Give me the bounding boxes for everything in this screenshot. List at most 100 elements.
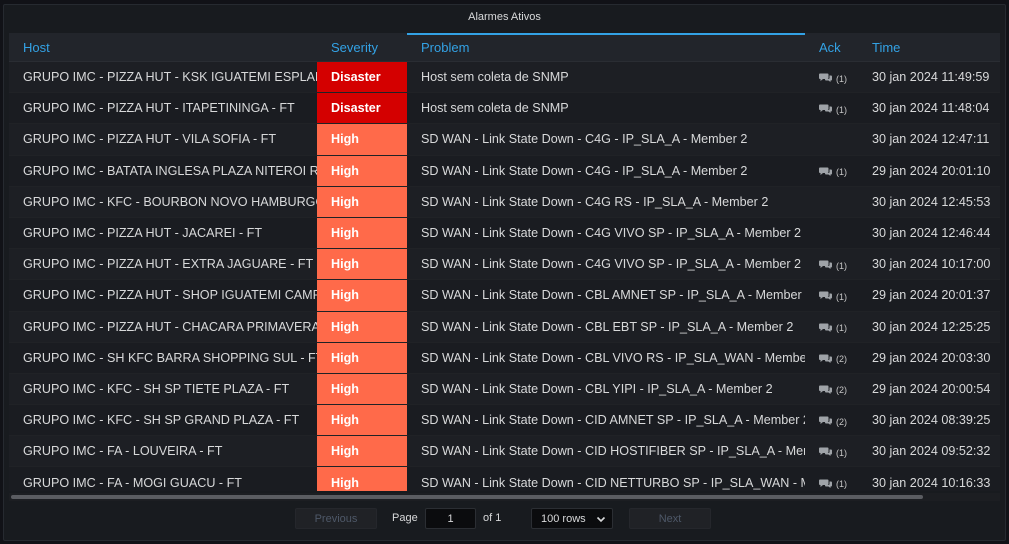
ack-count: (1) — [836, 323, 847, 334]
previous-button[interactable]: Previous — [295, 508, 377, 529]
table-row[interactable]: GRUPO IMC - FA - MOGI GUACU - FT High SD W… — [9, 467, 1000, 491]
problem-cell[interactable]: Host sem coleta de SNMP — [407, 93, 805, 123]
time-cell: 29 jan 2024 20:03:30 — [872, 350, 991, 365]
table-row[interactable]: GRUPO IMC - FA - LOUVEIRA - FT High SD WAN… — [9, 436, 1000, 468]
rows-per-page-value: 100 rows — [541, 512, 586, 525]
problem-cell[interactable]: SD WAN - Link State Down - CBL YIPI - IP… — [407, 374, 805, 404]
time-cell: 30 jan 2024 12:46:44 — [872, 226, 991, 241]
ack-cell[interactable]: (1) — [805, 436, 858, 466]
scrollbar-thumb[interactable] — [11, 495, 923, 499]
ack-cell[interactable]: (2) — [805, 374, 858, 404]
column-header-host[interactable]: Host — [9, 33, 317, 62]
ack-cell[interactable]: (1) — [805, 467, 858, 491]
alarms-table: Host Severity Problem Ack Time GRUPO IMC… — [9, 33, 1000, 491]
column-header-time[interactable]: Time — [858, 33, 1000, 62]
ack-cell[interactable]: (2) — [805, 343, 858, 373]
host-cell: GRUPO IMC - FA - MOGI GUACU - FT — [23, 475, 242, 490]
table-row[interactable]: GRUPO IMC - PIZZA HUT - JACAREI - FT High… — [9, 217, 1000, 250]
ack-cell[interactable]: (2) — [805, 405, 858, 435]
problem-cell[interactable]: SD WAN - Link State Down - CID NETTURBO … — [407, 467, 805, 491]
ack-cell[interactable]: (1) — [805, 312, 858, 342]
page-input[interactable]: 1 — [425, 508, 476, 529]
column-header-ack[interactable]: Ack — [805, 33, 858, 62]
ack-cell[interactable]: (1) — [805, 62, 858, 92]
comments-icon — [819, 353, 833, 363]
problem-cell[interactable]: SD WAN - Link State Down - C4G VIVO SP -… — [407, 218, 805, 248]
comments-icon — [819, 446, 833, 457]
problem-cell[interactable]: SD WAN - Link State Down - CBL AMNET SP … — [407, 280, 805, 310]
severity-cell: High — [317, 467, 407, 491]
pagination: Previous Page 1 of 1 100 rows Next — [0, 508, 1009, 530]
panel-title: Alarmes Ativos — [468, 11, 541, 23]
ack-count: (1) — [836, 73, 847, 84]
comments-icon — [819, 290, 833, 301]
table-row[interactable]: GRUPO IMC - PIZZA HUT - CHACARA PRIMAVER… — [9, 311, 1000, 343]
problem-cell[interactable]: SD WAN - Link State Down - CBL EBT SP - … — [407, 312, 805, 342]
time-cell: 30 jan 2024 08:39:25 — [872, 413, 991, 428]
problem-cell[interactable]: SD WAN - Link State Down - CID HOSTIFIBE… — [407, 436, 805, 466]
host-cell: GRUPO IMC - PIZZA HUT - ITAPETININGA - F… — [23, 101, 295, 116]
table-row[interactable]: GRUPO IMC - PIZZA HUT - SHOP IGUATEMI CA… — [9, 280, 1000, 312]
host-cell: GRUPO IMC - SH KFC BARRA SHOPPING SUL - … — [23, 350, 317, 365]
table-row[interactable]: GRUPO IMC - PIZZA HUT - EXTRA JAGUARE - … — [9, 249, 1000, 281]
problem-cell[interactable]: SD WAN - Link State Down - C4G - IP_SLA_… — [407, 156, 805, 186]
ack-count: (1) — [836, 479, 847, 490]
problem-cell[interactable]: SD WAN - Link State Down - C4G VIVO SP -… — [407, 249, 805, 279]
ack-count: (1) — [836, 167, 847, 178]
problem-cell[interactable]: SD WAN - Link State Down - C4G RS - IP_S… — [407, 187, 805, 217]
problem-cell[interactable]: SD WAN - Link State Down - CBL VIVO RS -… — [407, 343, 805, 373]
ack-count: (2) — [836, 416, 847, 427]
severity-cell: High — [317, 311, 407, 342]
table-row[interactable]: GRUPO IMC - KFC - BOURBON NOVO HAMBURGO … — [9, 186, 1000, 218]
ack-cell — [805, 187, 858, 217]
time-cell: 29 jan 2024 20:00:54 — [872, 381, 991, 396]
column-header-problem[interactable]: Problem — [407, 33, 805, 62]
host-cell: GRUPO IMC - KFC - SH SP GRAND PLAZA - FT — [23, 413, 300, 428]
ack-count: (2) — [836, 354, 847, 365]
time-cell: 29 jan 2024 20:01:10 — [872, 163, 991, 178]
page-label: Page — [392, 512, 418, 524]
problem-cell[interactable]: SD WAN - Link State Down - C4G - IP_SLA_… — [407, 124, 805, 154]
table-row[interactable]: GRUPO IMC - PIZZA HUT - VILA SOFIA - FT H… — [9, 124, 1000, 156]
severity-cell: High — [317, 436, 407, 467]
ack-count: (1) — [836, 447, 847, 458]
ack-cell[interactable]: (1) — [805, 280, 858, 310]
ack-cell — [805, 218, 858, 248]
ack-cell[interactable]: (1) — [805, 93, 858, 123]
comments-icon — [819, 415, 833, 426]
table-row[interactable]: GRUPO IMC - PIZZA HUT - KSK IGUATEMI ESP… — [9, 62, 1000, 94]
ack-cell[interactable]: (1) — [805, 156, 858, 186]
host-cell: GRUPO IMC - BATATA INGLESA PLAZA NITEROI… — [23, 163, 317, 178]
comments-icon — [819, 322, 833, 332]
table-row[interactable]: GRUPO IMC - KFC - SH SP TIETE PLAZA - FT… — [9, 373, 1000, 406]
severity-cell: High — [317, 155, 407, 186]
time-cell: 30 jan 2024 11:49:59 — [872, 70, 990, 85]
table-row[interactable]: GRUPO IMC - BATATA INGLESA PLAZA NITEROI… — [9, 155, 1000, 187]
table-row[interactable]: GRUPO IMC - SH KFC BARRA SHOPPING SUL - … — [9, 342, 1000, 374]
ack-count: (1) — [836, 291, 847, 302]
severity-cell: High — [317, 373, 407, 405]
severity-cell: High — [317, 342, 407, 373]
ack-cell[interactable]: (1) — [805, 249, 858, 279]
table-row[interactable]: GRUPO IMC - PIZZA HUT - ITAPETININGA - F… — [9, 93, 1000, 125]
time-cell: 30 jan 2024 10:17:00 — [872, 257, 991, 272]
time-cell: 30 jan 2024 11:48:04 — [872, 101, 990, 116]
comments-icon — [819, 166, 833, 176]
severity-cell: High — [317, 124, 407, 155]
time-cell: 30 jan 2024 10:16:33 — [872, 475, 991, 490]
problem-cell[interactable]: Host sem coleta de SNMP — [407, 62, 805, 92]
page-count-label: of 1 — [483, 512, 502, 524]
table-row[interactable]: GRUPO IMC - KFC - SH SP GRAND PLAZA - FT… — [9, 405, 1000, 437]
rows-per-page-select[interactable]: 100 rows — [531, 508, 613, 529]
severity-cell: High — [317, 280, 407, 311]
alarms-panel: Alarmes Ativos Host Severity Problem Ack… — [3, 4, 1006, 541]
comments-icon — [819, 384, 833, 394]
horizontal-scrollbar[interactable] — [9, 493, 1000, 501]
problem-cell[interactable]: SD WAN - Link State Down - CID AMNET SP … — [407, 405, 805, 435]
next-button[interactable]: Next — [629, 508, 711, 529]
host-cell: GRUPO IMC - PIZZA HUT - SHOP IGUATEMI CA… — [23, 288, 317, 303]
time-cell: 30 jan 2024 12:47:11 — [872, 132, 990, 147]
column-header-severity[interactable]: Severity — [317, 33, 407, 62]
time-cell: 30 jan 2024 12:25:25 — [872, 319, 991, 334]
severity-cell: Disaster — [317, 93, 407, 124]
